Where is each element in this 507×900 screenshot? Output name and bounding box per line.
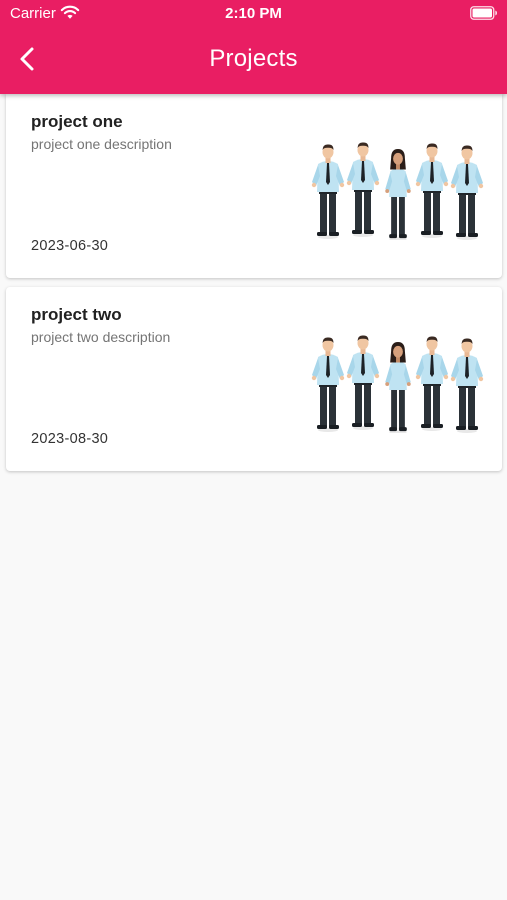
project-description: project two description [31,329,171,345]
project-date: 2023-06-30 [31,238,109,254]
team-illustration [311,142,484,240]
page-title: Projects [209,45,298,72]
project-description: project one description [31,136,172,152]
project-name: project one [31,112,123,131]
project-card[interactable]: project two project two description 2023… [6,287,502,471]
status-time: 2:10 PM [225,5,282,22]
team-illustration [311,335,484,433]
battery-icon [470,6,498,25]
project-card[interactable]: project one project one description 2023… [6,94,502,278]
project-list: project one project one description 2023… [6,94,502,481]
status-bar: Carrier 2:10 PM [0,0,507,28]
app-bar: Carrier 2:10 PM Projects [0,0,507,94]
project-name: project two [31,305,122,324]
project-date: 2023-08-30 [31,431,109,447]
